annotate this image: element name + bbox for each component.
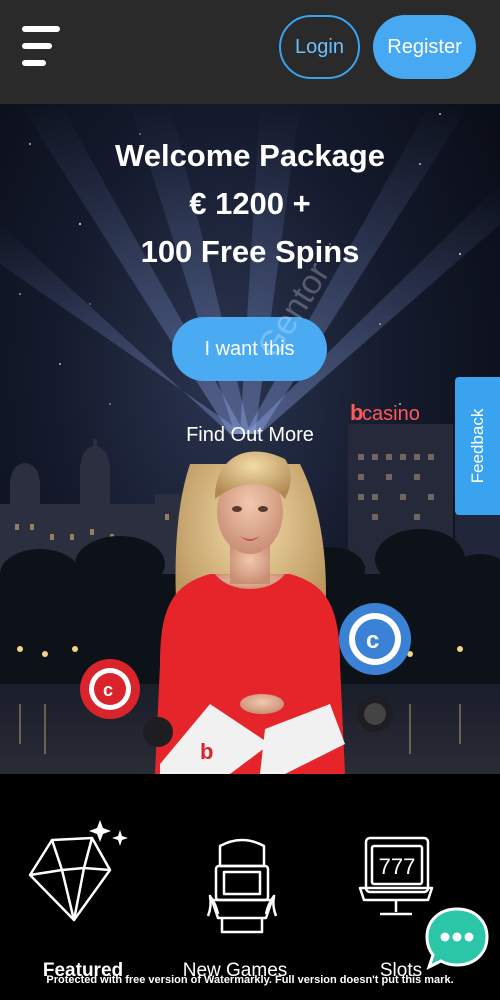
- svg-text:c: c: [366, 627, 379, 654]
- nav-item-featured[interactable]: Featured: [0, 774, 166, 1000]
- svg-text:b: b: [350, 400, 363, 425]
- diamond-icon: [28, 820, 128, 922]
- register-button[interactable]: Register: [373, 15, 476, 79]
- chat-support-button[interactable]: [423, 905, 491, 973]
- arcade-machine-icon: [206, 838, 278, 934]
- hero-banner: casino b c c b Welcome Package € 1200 + …: [0, 104, 500, 774]
- casino-sign-text: casino: [362, 403, 420, 425]
- blue-poker-chip: c: [339, 603, 411, 675]
- welcome-package-title: Welcome Package € 1200 + 100 Free Spins: [0, 132, 500, 276]
- nav-item-new-games[interactable]: New Games: [152, 774, 318, 1000]
- svg-text:c: c: [103, 680, 113, 700]
- hamburger-line: [22, 43, 52, 49]
- svg-text:b: b: [200, 739, 213, 764]
- hamburger-line: [22, 26, 60, 32]
- red-poker-chip: c: [80, 659, 140, 719]
- find-out-more-link[interactable]: Find Out More: [0, 424, 500, 447]
- i-want-this-button[interactable]: I want this: [172, 317, 327, 381]
- title-line: 100 Free Spins: [140, 234, 360, 269]
- login-button[interactable]: Login: [279, 15, 360, 79]
- hamburger-menu-icon[interactable]: [22, 26, 62, 68]
- chat-bubble-icon: [425, 907, 489, 970]
- feedback-label: Feedback: [467, 408, 487, 484]
- hamburger-line: [22, 60, 46, 66]
- watermark-notice: Protected with free version of Watermark…: [46, 974, 454, 986]
- feedback-tab[interactable]: Feedback: [455, 377, 500, 515]
- slot-digits: 777: [379, 854, 416, 879]
- dark-poker-chip: [143, 717, 173, 747]
- top-header: Login Register: [0, 0, 500, 104]
- dark-poker-chip: [357, 696, 393, 732]
- title-line: € 1200 +: [189, 186, 311, 221]
- page: Login Register casino b c c b Welcome Pa…: [0, 0, 500, 1000]
- title-line: Welcome Package: [115, 138, 385, 173]
